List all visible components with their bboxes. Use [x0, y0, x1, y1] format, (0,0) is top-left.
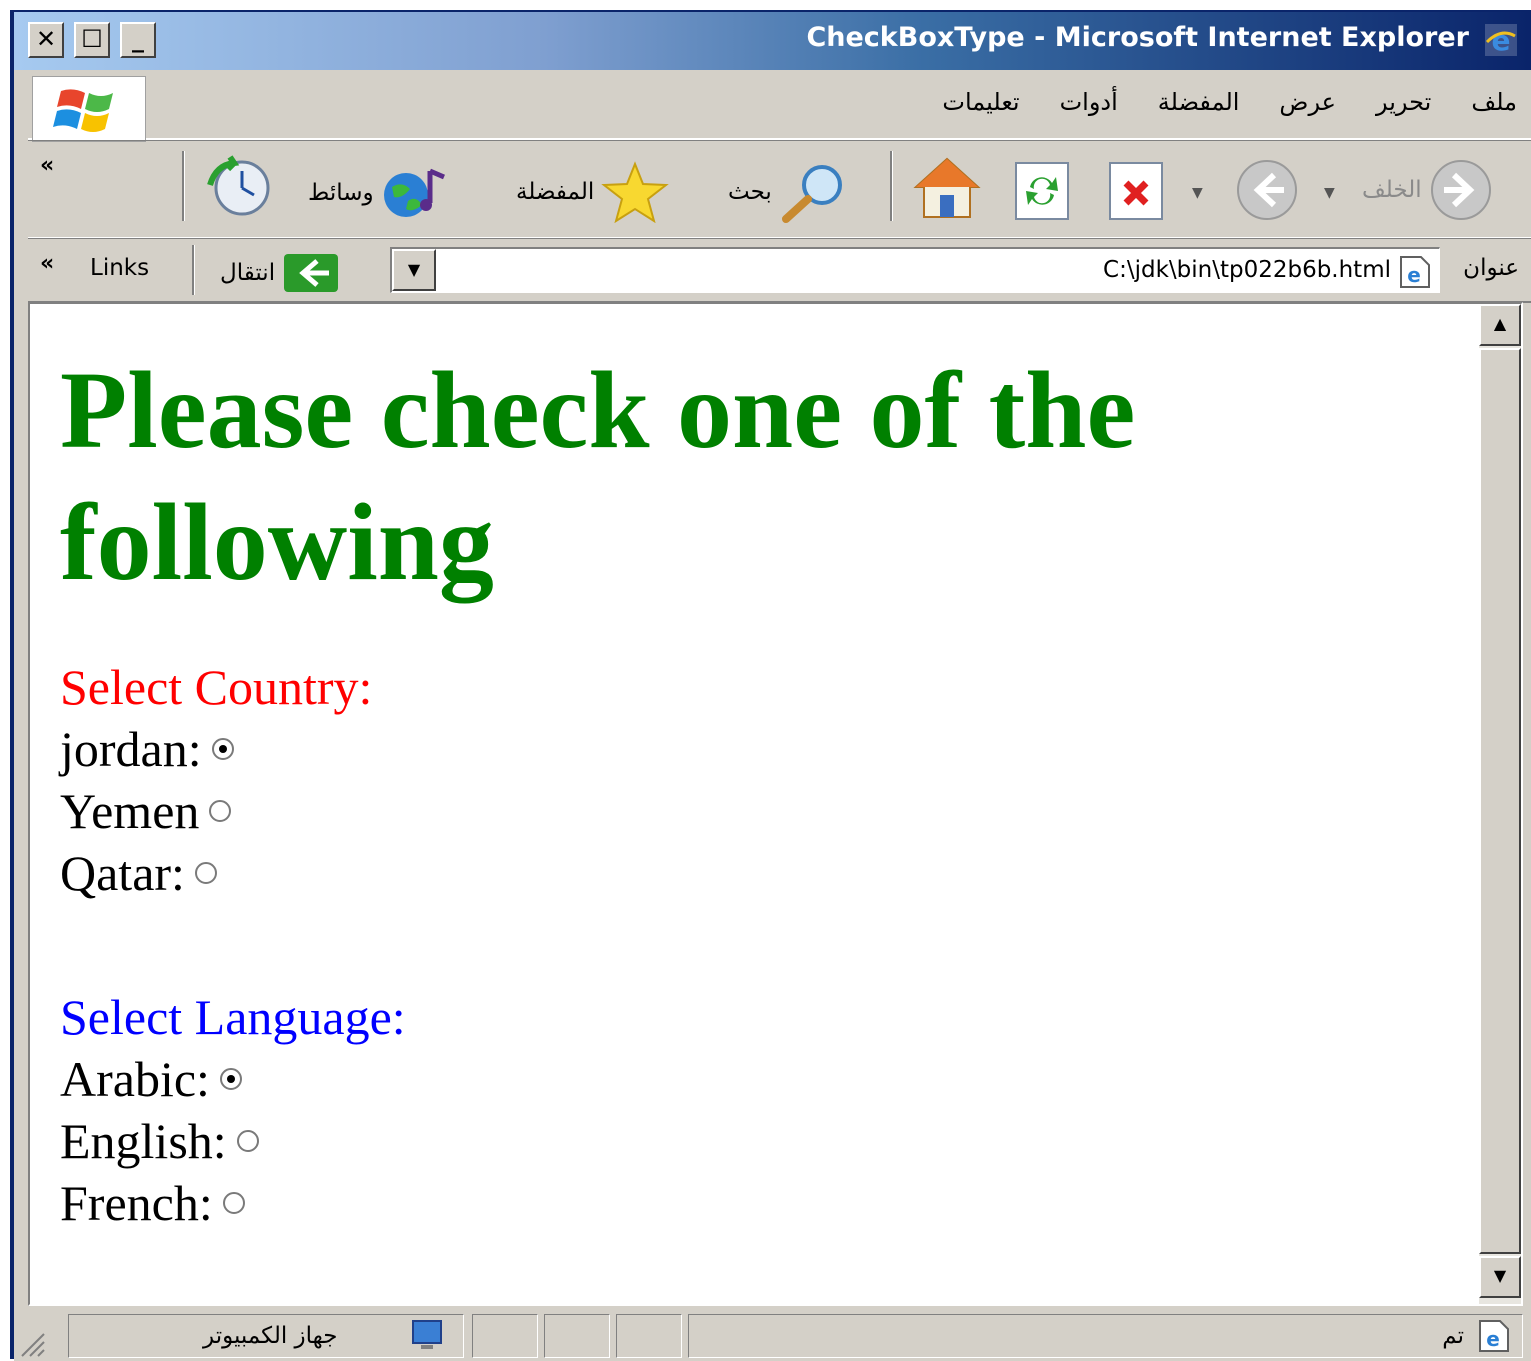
go-button[interactable]: انتقال: [220, 253, 339, 293]
radio-french[interactable]: [222, 1192, 245, 1214]
status-bar: جهاز الكمبيوتر تم e: [14, 1308, 1531, 1361]
forward-button[interactable]: [1234, 157, 1300, 223]
radio-label-english: English:: [60, 1113, 227, 1169]
menu-tools[interactable]: أدوات: [1060, 88, 1118, 116]
media-label: وسائط: [308, 180, 374, 206]
arrow-right-icon: [1430, 160, 1491, 220]
favorites-label: المفضلة: [516, 179, 595, 205]
home-icon: [913, 157, 981, 218]
menu-bar: ملف تحرير عرض المفضلة أدوات تعليمات: [28, 72, 1531, 142]
media-button[interactable]: وسائط: [308, 165, 450, 221]
status-panel-2: [544, 1314, 610, 1358]
page-viewport: Please check one of the following Select…: [28, 302, 1523, 1306]
dropdown-arrow-icon-2: ▼: [1324, 185, 1335, 201]
history-button[interactable]: [206, 155, 272, 221]
status-main-panel: تم e: [688, 1314, 1523, 1358]
menu-view[interactable]: عرض: [1279, 88, 1336, 116]
address-label: عنوان: [1463, 255, 1519, 281]
refresh-icon: [1015, 162, 1069, 220]
toolbar-chevron[interactable]: «: [40, 153, 54, 178]
windows-logo-icon: [32, 76, 146, 142]
dropdown-arrow-icon: ▼: [1192, 185, 1203, 201]
radio-label-yemen: Yemen: [60, 783, 200, 839]
standard-toolbar: « وسائط المفضلة بحث ▼ ▼ الخلف: [28, 140, 1531, 239]
favorites-button[interactable]: المفضلة: [516, 161, 670, 223]
radio-jordan[interactable]: [211, 738, 234, 760]
page-heading: Please check one of the following: [60, 349, 1136, 603]
links-chevron[interactable]: «: [40, 251, 54, 276]
address-dropdown-button[interactable]: ▼: [392, 249, 436, 291]
radio-qatar[interactable]: [194, 862, 217, 884]
address-bar: « Links انتقال ▼ C:\jdk\bin\tp022b6b.htm…: [28, 238, 1531, 303]
menu-help[interactable]: تعليمات: [942, 88, 1019, 116]
radio-arabic[interactable]: [219, 1068, 242, 1090]
menu-file[interactable]: ملف: [1471, 88, 1517, 116]
window-title: CheckBoxType - Microsoft Internet Explor…: [806, 22, 1469, 53]
radio-row-qatar: Qatar:: [60, 842, 1460, 904]
radio-english[interactable]: [236, 1130, 259, 1152]
history-icon: [207, 155, 270, 216]
radio-row-arabic: Arabic:: [60, 1048, 1460, 1110]
links-label[interactable]: Links: [90, 255, 149, 281]
maximize-button[interactable]: ☐: [74, 22, 110, 58]
home-button[interactable]: [912, 155, 982, 221]
search-label: بحث: [728, 179, 772, 205]
radio-label-qatar: Qatar:: [60, 845, 185, 901]
minimize-button[interactable]: _: [120, 22, 156, 58]
close-button[interactable]: ✕: [28, 22, 64, 58]
title-bar[interactable]: ✕ ☐ _ CheckBoxType - Microsoft Internet …: [14, 12, 1531, 70]
language-label: Select Language:: [60, 989, 406, 1045]
stop-icon: [1109, 162, 1163, 220]
resize-grip-icon[interactable]: [18, 1330, 46, 1358]
computer-icon: [412, 1320, 442, 1349]
zone-text: جهاز الكمبيوتر: [203, 1323, 338, 1349]
radio-label-jordan: jordan:: [60, 721, 202, 777]
address-value: C:\jdk\bin\tp022b6b.html: [1103, 257, 1391, 283]
vertical-scrollbar[interactable]: ▲ ▼: [1479, 304, 1521, 1304]
menu-edit[interactable]: تحرير: [1376, 88, 1431, 116]
radio-label-french: French:: [60, 1175, 213, 1231]
ie-page-icon: e: [1479, 1320, 1509, 1352]
media-icon: [383, 168, 445, 217]
page-icon: e: [1400, 256, 1430, 288]
svg-text:e: e: [1407, 263, 1421, 287]
scroll-thumb[interactable]: [1479, 348, 1521, 1254]
toolbar-separator: [182, 151, 185, 221]
radio-row-english: English:: [60, 1110, 1460, 1172]
go-arrow-icon: [284, 254, 339, 292]
address-separator: [192, 245, 195, 295]
svg-text:e: e: [1486, 1327, 1500, 1351]
toolbar-separator-2: [890, 151, 893, 221]
star-icon: [601, 161, 669, 223]
radio-row-french: French:: [60, 1172, 1460, 1234]
back-button[interactable]: الخلف: [1362, 157, 1494, 223]
stop-button[interactable]: [1108, 161, 1164, 221]
ie-logo-icon: e: [1485, 24, 1517, 57]
svg-text:e: e: [1492, 24, 1511, 57]
refresh-button[interactable]: [1014, 161, 1070, 221]
arrow-left-icon: [1237, 160, 1297, 220]
go-label: انتقال: [220, 260, 276, 286]
radio-yemen[interactable]: [209, 800, 232, 822]
forward-dropdown[interactable]: ▼: [1192, 185, 1203, 201]
back-dropdown[interactable]: ▼: [1324, 185, 1335, 201]
radio-label-arabic: Arabic:: [60, 1051, 210, 1107]
page-content: Please check one of the following Select…: [60, 344, 1460, 1234]
scroll-up-button[interactable]: ▲: [1479, 304, 1521, 346]
status-panel-3: [616, 1314, 682, 1358]
ie-window: ✕ ☐ _ CheckBoxType - Microsoft Internet …: [10, 10, 1531, 1361]
menu-favorites[interactable]: المفضلة: [1158, 88, 1240, 116]
done-text: تم: [1442, 1323, 1464, 1349]
search-icon: [781, 165, 842, 223]
country-label: Select Country:: [60, 659, 373, 715]
status-zone-panel: جهاز الكمبيوتر: [68, 1314, 464, 1358]
radio-row-yemen: Yemen: [60, 780, 1460, 842]
search-button[interactable]: بحث: [728, 161, 848, 223]
address-input[interactable]: ▼ C:\jdk\bin\tp022b6b.html e: [390, 247, 1440, 293]
back-label: الخلف: [1362, 177, 1422, 203]
radio-row-jordan: jordan:: [60, 718, 1460, 780]
scroll-down-button[interactable]: ▼: [1479, 1256, 1521, 1298]
status-panel-1: [472, 1314, 538, 1358]
